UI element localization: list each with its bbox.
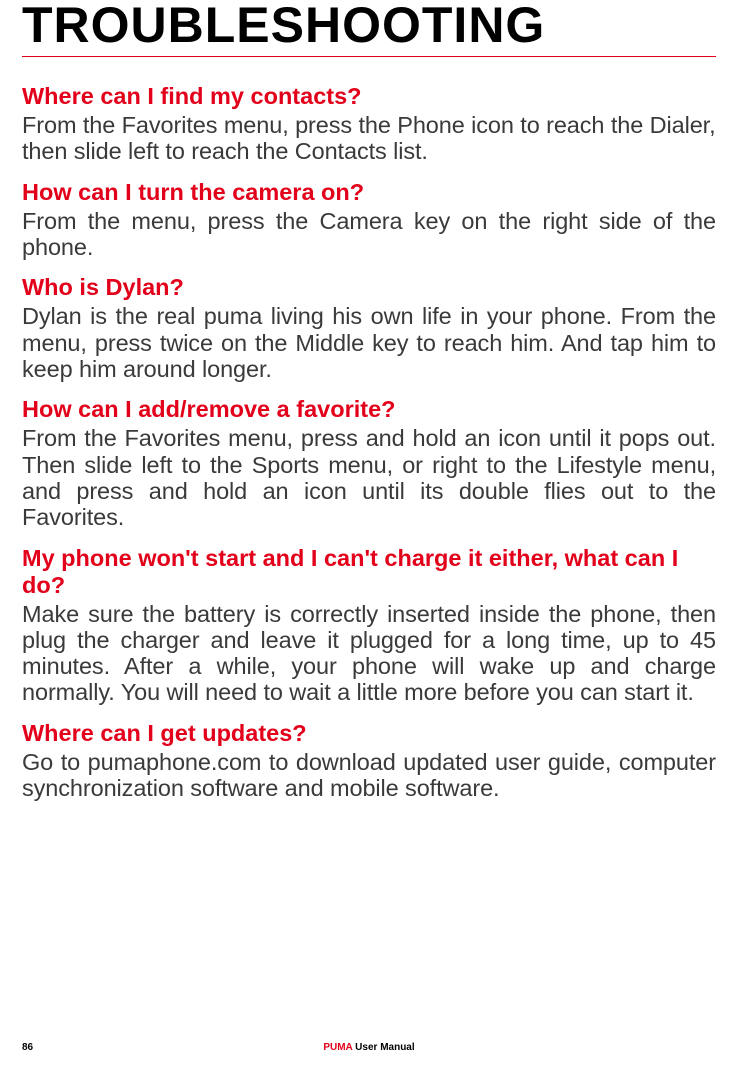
faq-answer: Dylan is the real puma living his own li…: [22, 303, 716, 382]
divider: [22, 56, 716, 57]
faq-item: How can I add/remove a favorite? From th…: [22, 396, 716, 530]
faq-item: Who is Dylan? Dylan is the real puma liv…: [22, 274, 716, 382]
faq-item: How can I turn the camera on? From the m…: [22, 179, 716, 261]
faq-question: How can I add/remove a favorite?: [22, 396, 716, 423]
faq-answer: From the menu, press the Camera key on t…: [22, 208, 716, 261]
faq-question: My phone won't start and I can't charge …: [22, 545, 716, 599]
page-title: TROUBLESHOOTING: [22, 0, 716, 50]
faq-answer: From the Favorites menu, press the Phone…: [22, 112, 716, 165]
faq-question: Where can I find my contacts?: [22, 83, 716, 110]
faq-answer: Go to pumaphone.com to download updated …: [22, 749, 716, 802]
faq-question: How can I turn the camera on?: [22, 179, 716, 206]
faq-item: Where can I find my contacts? From the F…: [22, 83, 716, 165]
faq-item: Where can I get updates? Go to pumaphone…: [22, 720, 716, 802]
faq-item: My phone won't start and I can't charge …: [22, 545, 716, 706]
faq-answer: Make sure the battery is correctly inser…: [22, 601, 716, 706]
footer-center: PUMA User Manual: [22, 1042, 716, 1053]
footer-suffix: User Manual: [352, 1042, 414, 1053]
faq-question: Where can I get updates?: [22, 720, 716, 747]
faq-question: Who is Dylan?: [22, 274, 716, 301]
footer-brand: PUMA: [323, 1042, 352, 1053]
faq-answer: From the Favorites menu, press and hold …: [22, 425, 716, 530]
page-number: 86: [22, 1042, 33, 1053]
footer: 86 PUMA User Manual: [0, 1042, 738, 1053]
